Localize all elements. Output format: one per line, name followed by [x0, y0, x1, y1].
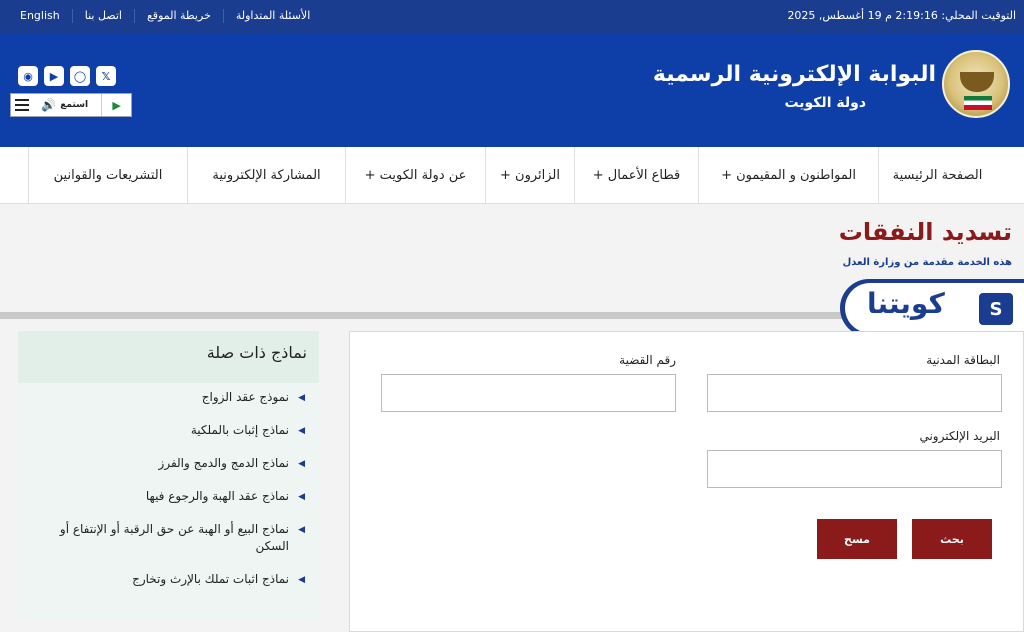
badge-inner: كويتنا S: [845, 283, 1024, 333]
list-item[interactable]: ◀ نموذج عقد الزواج: [18, 389, 319, 406]
menu-icon[interactable]: [11, 94, 33, 116]
list-item[interactable]: ◀ نماذج البيع أو الهبة عن حق الرقبة أو ال…: [18, 521, 319, 555]
bullet-arrow-icon: ◀: [298, 575, 305, 585]
link-contact-us[interactable]: اتصل بنا: [71, 9, 134, 23]
badge-text: كويتنا: [867, 287, 945, 320]
civil-id-label: البطاقة المدنية: [926, 353, 1000, 367]
youtube-icon[interactable]: ▶: [44, 66, 64, 86]
portal-subtitle: دولة الكويت: [784, 95, 866, 111]
rss-icon[interactable]: ◉: [18, 66, 38, 86]
portal-title: البوابة الإلكترونية الرسمية: [652, 62, 936, 87]
kuwaitna-badge[interactable]: كويتنا S: [840, 279, 1024, 337]
service-provider-note: هذه الخدمة مقدمة من وزارة العدل: [842, 257, 1012, 268]
case-number-input[interactable]: [381, 374, 676, 412]
emblem-flag: [964, 96, 992, 110]
email-label: البريد الإلكتروني: [919, 429, 1000, 443]
list-item-label: نماذج البيع أو الهبة عن حق الرقبة أو الإ…: [59, 522, 289, 553]
related-forms-title: نماذج ذات صلة: [206, 343, 307, 362]
related-forms-panel: نماذج ذات صلة ◀ نموذج عقد الزواج ◀ نماذج إ…: [18, 331, 319, 619]
list-item-label: نموذج عقد الزواج: [201, 390, 289, 404]
email-input[interactable]: [707, 450, 1002, 488]
case-number-label: رقم القضية: [619, 353, 676, 367]
civil-id-input[interactable]: [707, 374, 1002, 412]
nav-business[interactable]: قطاع الأعمال +: [574, 147, 698, 204]
link-english[interactable]: English: [8, 9, 72, 23]
list-item[interactable]: ◀ نماذج الدمج والدمج والفرز: [18, 455, 319, 472]
bullet-arrow-icon: ◀: [298, 393, 305, 403]
top-bar: التوقيت المحلي: 2:19:16 م 19 أغسطس, 2025…: [0, 0, 1024, 34]
list-item[interactable]: ◀ نماذج إثبات بالملكية: [18, 422, 319, 439]
instagram-icon[interactable]: ◯: [70, 66, 90, 86]
nav-e-participation[interactable]: المشاركة الإلكترونية: [187, 147, 345, 204]
bullet-arrow-icon: ◀: [298, 492, 305, 502]
search-button[interactable]: بحث: [912, 519, 992, 559]
local-time: التوقيت المحلي: 2:19:16 م 19 أغسطس, 2025: [787, 9, 1016, 22]
bullet-arrow-icon: ◀: [298, 459, 305, 469]
clear-button[interactable]: مسح: [817, 519, 897, 559]
top-links: English اتصل بنا خريطة الموقع الأسئلة ال…: [8, 9, 322, 23]
page-title: تسديد النفقات: [838, 218, 1012, 246]
main-nav: الصفحة الرئيسية المواطنون و المقيمون + ق…: [0, 147, 1024, 204]
list-item[interactable]: ◀ نماذج اثبات تملك بالإرث وتخارج: [18, 571, 319, 588]
nav-legislation[interactable]: التشريعات والقوانين: [28, 147, 187, 204]
payment-form: البطاقة المدنية رقم القضية البريد الإلكت…: [349, 331, 1024, 632]
link-site-map[interactable]: خريطة الموقع: [133, 9, 223, 23]
bullet-arrow-icon: ◀: [298, 525, 305, 535]
list-item-label: نماذج إثبات بالملكية: [190, 423, 289, 437]
list-item-label: نماذج عقد الهبة والرجوع فيها: [145, 489, 289, 503]
x-icon[interactable]: 𝕏: [96, 66, 116, 86]
section-divider: [0, 312, 860, 319]
speaker-icon: 🔊: [41, 98, 57, 112]
nav-home[interactable]: الصفحة الرئيسية: [878, 147, 996, 204]
kuwait-emblem-logo[interactable]: [942, 50, 1010, 118]
play-icon[interactable]: ▶: [101, 94, 131, 116]
nav-citizens-residents[interactable]: المواطنون و المقيمون +: [698, 147, 878, 204]
related-forms-list: ◀ نموذج عقد الزواج ◀ نماذج إثبات بالملكية …: [18, 389, 319, 604]
nav-visitors[interactable]: الزائرون +: [485, 147, 574, 204]
nav-about-kuwait[interactable]: عن دولة الكويت +: [345, 147, 485, 204]
bullet-arrow-icon: ◀: [298, 426, 305, 436]
listen-widget: 🔊 استمع ▶: [10, 93, 132, 117]
related-forms-header: نماذج ذات صلة: [18, 331, 319, 383]
link-faq[interactable]: الأسئلة المتداولة: [222, 9, 322, 23]
social-links: ◉ ▶ ◯ 𝕏: [18, 66, 116, 86]
listen-label[interactable]: استمع: [60, 100, 101, 110]
list-item-label: نماذج الدمج والدمج والفرز: [158, 456, 289, 470]
site-header: البوابة الإلكترونية الرسمية دولة الكويت …: [0, 34, 1024, 147]
list-item-label: نماذج اثبات تملك بالإرث وتخارج: [132, 572, 289, 586]
kuwaitna-logo-icon: S: [979, 293, 1013, 325]
emblem-ship: [960, 72, 994, 92]
list-item[interactable]: ◀ نماذج عقد الهبة والرجوع فيها: [18, 488, 319, 505]
